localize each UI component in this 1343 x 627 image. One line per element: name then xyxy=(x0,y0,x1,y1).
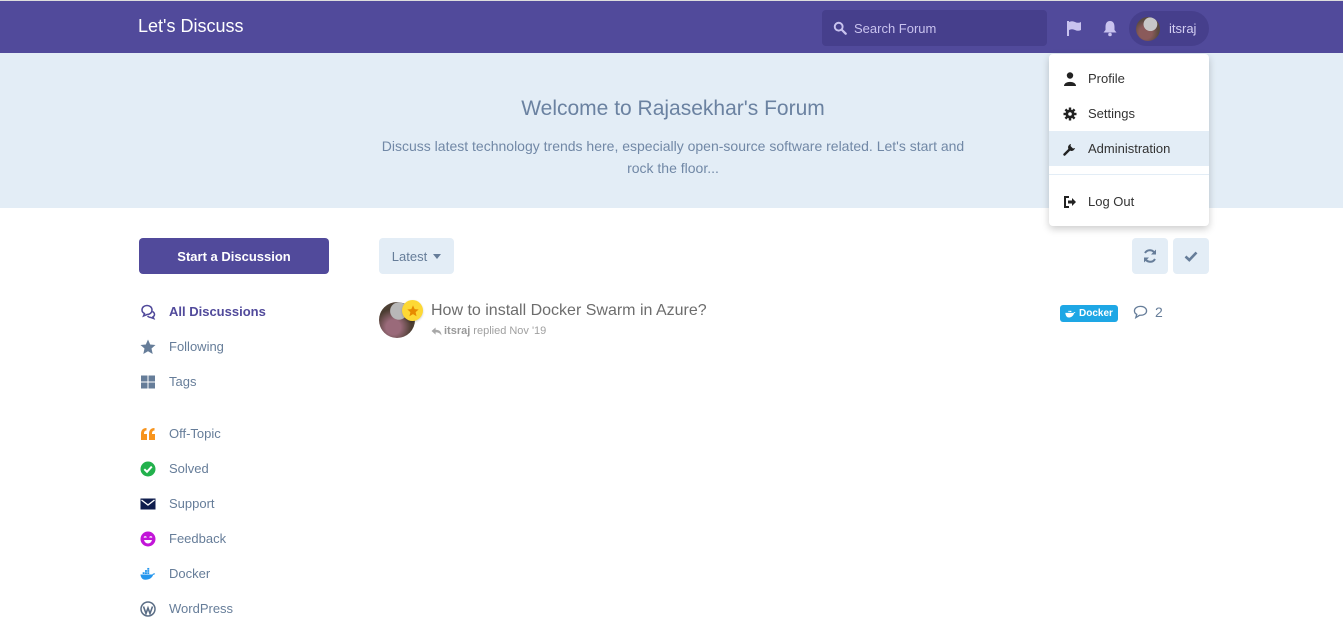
caret-down-icon xyxy=(433,253,442,259)
flag-icon[interactable] xyxy=(1065,19,1083,37)
menu-item-settings[interactable]: Settings xyxy=(1049,96,1209,131)
smile-icon xyxy=(140,531,155,546)
refresh-button[interactable] xyxy=(1132,238,1168,274)
gear-icon xyxy=(1063,107,1077,120)
sidebar-item-tags[interactable]: Tags xyxy=(139,364,339,399)
refresh-icon xyxy=(1144,249,1156,263)
wrench-icon xyxy=(1063,143,1075,156)
sidebar-nav: All Discussions Following Tags Off-Topic… xyxy=(139,294,339,626)
sidebar-tag-off-topic[interactable]: Off-Topic xyxy=(139,416,339,451)
menu-divider xyxy=(1049,174,1209,175)
search-icon xyxy=(833,21,847,35)
start-discussion-button[interactable]: Start a Discussion xyxy=(139,238,329,274)
sidebar-tag-solved[interactable]: Solved xyxy=(139,451,339,486)
sidebar-item-following[interactable]: Following xyxy=(139,329,339,364)
user-icon xyxy=(1064,71,1076,86)
sidebar-tag-docker[interactable]: Docker xyxy=(139,556,339,591)
user-dropdown-menu: Profile Settings Administration Log Out xyxy=(1049,54,1209,226)
star-icon xyxy=(140,339,155,354)
sidebar-tag-feedback[interactable]: Feedback xyxy=(139,521,339,556)
bell-icon[interactable] xyxy=(1101,19,1119,37)
username: itsraj xyxy=(1169,21,1197,36)
search-input[interactable] xyxy=(854,20,1034,36)
mark-all-read-button[interactable] xyxy=(1173,238,1209,274)
sticky-badge xyxy=(402,300,423,321)
star-icon xyxy=(406,304,419,316)
comments-icon xyxy=(140,304,155,320)
discussion-title[interactable]: How to install Docker Swarm in Azure? xyxy=(431,302,707,320)
discussion-meta: itsraj replied Nov '19 xyxy=(431,325,546,337)
discussion-list-item[interactable]: How to install Docker Swarm in Azure? it… xyxy=(379,300,1209,344)
last-reply-author[interactable]: itsraj xyxy=(444,325,470,337)
user-menu-button[interactable]: itsraj xyxy=(1129,11,1209,46)
grid-icon xyxy=(140,375,155,388)
last-reply-date: Nov '19 xyxy=(509,325,547,337)
sidebar-tag-support[interactable]: Support xyxy=(139,486,339,521)
menu-item-profile[interactable]: Profile xyxy=(1049,61,1209,96)
site-brand[interactable]: Let's Discuss xyxy=(138,16,243,37)
menu-item-administration[interactable]: Administration xyxy=(1049,131,1209,166)
top-bar: Let's Discuss itsraj xyxy=(0,0,1343,53)
avatar xyxy=(1136,16,1160,41)
comment-icon xyxy=(1133,305,1148,319)
hero-description: Discuss latest technology trends here, e… xyxy=(381,138,965,176)
sort-dropdown[interactable]: Latest xyxy=(379,238,454,274)
reply-count: 2 xyxy=(1133,304,1163,320)
sidebar-item-all-discussions[interactable]: All Discussions xyxy=(139,294,339,329)
check-circle-icon xyxy=(140,461,155,476)
menu-item-log-out[interactable]: Log Out xyxy=(1049,184,1209,219)
docker-icon xyxy=(139,567,155,580)
search-box[interactable] xyxy=(822,10,1047,46)
sidebar-tag-wordpress[interactable]: WordPress xyxy=(139,591,339,626)
tag-label[interactable]: Docker xyxy=(1060,305,1118,322)
wordpress-icon xyxy=(139,600,156,617)
envelope-icon xyxy=(140,498,155,509)
sign-out-icon xyxy=(1064,195,1076,208)
check-icon xyxy=(1184,251,1198,262)
docker-icon xyxy=(1065,310,1076,318)
reply-icon xyxy=(431,326,442,336)
quote-icon xyxy=(140,427,155,440)
